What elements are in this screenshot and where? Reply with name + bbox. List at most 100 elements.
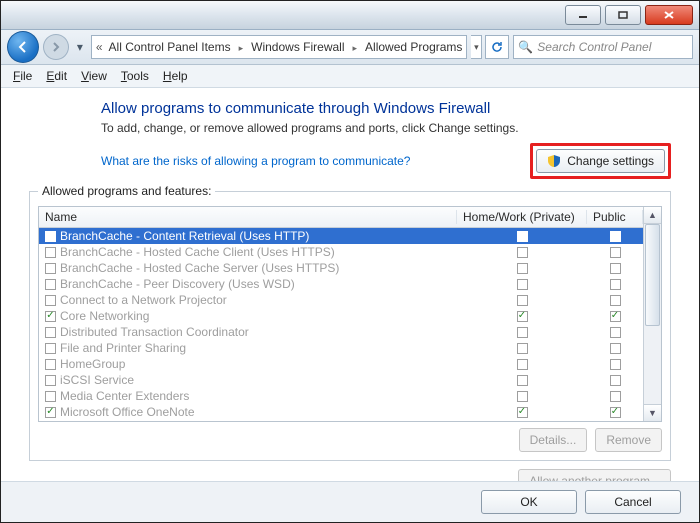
table-row[interactable]: iSCSI Service [39,372,643,388]
maximize-button[interactable] [605,5,641,25]
homework-checkbox[interactable] [517,295,528,306]
scroll-down-icon[interactable]: ▼ [644,404,661,421]
column-name[interactable]: Name [39,210,457,224]
allowed-checkbox[interactable] [45,263,56,274]
table-row[interactable]: Core Networking [39,308,643,324]
menu-file[interactable]: File [7,67,38,85]
risk-link[interactable]: What are the risks of allowing a program… [101,154,410,168]
homework-checkbox[interactable] [517,343,528,354]
public-checkbox[interactable] [610,311,621,322]
allowed-checkbox[interactable] [45,391,56,402]
table-row[interactable]: File and Printer Sharing [39,340,643,356]
public-checkbox[interactable] [610,359,621,370]
forward-button[interactable] [43,34,69,60]
public-checkbox[interactable] [610,327,621,338]
address-dropdown[interactable]: ▾ [471,35,482,59]
menu-help[interactable]: Help [157,67,194,85]
homework-checkbox[interactable] [517,247,528,258]
allowed-checkbox[interactable] [45,247,56,258]
public-checkbox[interactable] [610,295,621,306]
chevron-right-icon [351,40,360,54]
table-row[interactable]: BranchCache - Hosted Cache Server (Uses … [39,260,643,276]
table-row[interactable]: Distributed Transaction Coordinator [39,324,643,340]
program-name: File and Printer Sharing [60,341,186,355]
breadcrumb[interactable]: All Control Panel Items [109,40,231,54]
menu-bar: File Edit View Tools Help [1,65,699,88]
table-row[interactable]: Connect to a Network Projector [39,292,643,308]
breadcrumb-overflow-icon[interactable] [96,40,103,54]
dialog-footer: OK Cancel [1,481,699,522]
table-row[interactable]: Media Center Extenders [39,388,643,404]
scroll-up-icon[interactable]: ▲ [644,207,661,224]
homework-checkbox[interactable] [517,231,528,242]
page-subtitle: To add, change, or remove allowed progra… [101,121,671,135]
table-row[interactable]: BranchCache - Content Retrieval (Uses HT… [39,228,643,244]
refresh-button[interactable] [485,35,509,59]
allowed-checkbox[interactable] [45,327,56,338]
details-button[interactable]: Details... [519,428,588,452]
scroll-thumb[interactable] [645,224,660,326]
public-checkbox[interactable] [610,247,621,258]
group-label: Allowed programs and features: [38,184,215,198]
ok-button[interactable]: OK [481,490,577,514]
table-row[interactable]: HomeGroup [39,356,643,372]
allowed-checkbox[interactable] [45,407,56,418]
menu-view[interactable]: View [75,67,113,85]
search-icon: 🔍 [518,40,533,54]
program-name: Media Center Extenders [60,389,189,403]
allowed-programs-group: Allowed programs and features: Name Home… [29,191,671,461]
nav-toolbar: ▾ All Control Panel Items Windows Firewa… [1,30,699,65]
window-frame: ▾ All Control Panel Items Windows Firewa… [0,0,700,523]
breadcrumb[interactable]: Allowed Programs [365,40,462,54]
homework-checkbox[interactable] [517,375,528,386]
allowed-checkbox[interactable] [45,279,56,290]
homework-checkbox[interactable] [517,359,528,370]
allowed-checkbox[interactable] [45,375,56,386]
minimize-button[interactable] [565,5,601,25]
public-checkbox[interactable] [610,231,621,242]
back-button[interactable] [7,31,39,63]
homework-checkbox[interactable] [517,279,528,290]
public-checkbox[interactable] [610,375,621,386]
allowed-checkbox[interactable] [45,343,56,354]
breadcrumb[interactable]: Windows Firewall [251,40,344,54]
change-settings-button[interactable]: Change settings [536,149,665,173]
page-title: Allow programs to communicate through Wi… [101,100,671,117]
allowed-checkbox[interactable] [45,359,56,370]
program-name: Distributed Transaction Coordinator [60,325,249,339]
public-checkbox[interactable] [610,263,621,274]
history-chevron-icon[interactable]: ▾ [73,33,87,61]
close-button[interactable] [645,5,693,25]
column-homework[interactable]: Home/Work (Private) [457,210,587,224]
table-row[interactable]: BranchCache - Peer Discovery (Uses WSD) [39,276,643,292]
cancel-button[interactable]: Cancel [585,490,681,514]
program-name: Connect to a Network Projector [60,293,227,307]
homework-checkbox[interactable] [517,327,528,338]
program-name: iSCSI Service [60,373,134,387]
allowed-checkbox[interactable] [45,231,56,242]
public-checkbox[interactable] [610,279,621,290]
change-settings-label: Change settings [567,154,654,168]
homework-checkbox[interactable] [517,391,528,402]
allow-another-program-button[interactable]: Allow another program... [518,469,671,481]
homework-checkbox[interactable] [517,263,528,274]
public-checkbox[interactable] [610,407,621,418]
column-public[interactable]: Public [587,210,643,224]
shield-icon [547,154,561,168]
menu-edit[interactable]: Edit [40,67,73,85]
table-row[interactable]: Microsoft Office OneNote [39,404,643,420]
homework-checkbox[interactable] [517,407,528,418]
table-row[interactable]: BranchCache - Hosted Cache Client (Uses … [39,244,643,260]
public-checkbox[interactable] [610,391,621,402]
scroll-track[interactable] [644,224,661,404]
homework-checkbox[interactable] [517,311,528,322]
programs-table: Name Home/Work (Private) Public BranchCa… [38,206,662,422]
address-bar[interactable]: All Control Panel Items Windows Firewall… [91,35,468,59]
menu-tools[interactable]: Tools [115,67,155,85]
allowed-checkbox[interactable] [45,295,56,306]
scrollbar[interactable]: ▲ ▼ [643,207,661,421]
public-checkbox[interactable] [610,343,621,354]
search-box[interactable]: 🔍 Search Control Panel [513,35,693,59]
allowed-checkbox[interactable] [45,311,56,322]
remove-button[interactable]: Remove [595,428,662,452]
